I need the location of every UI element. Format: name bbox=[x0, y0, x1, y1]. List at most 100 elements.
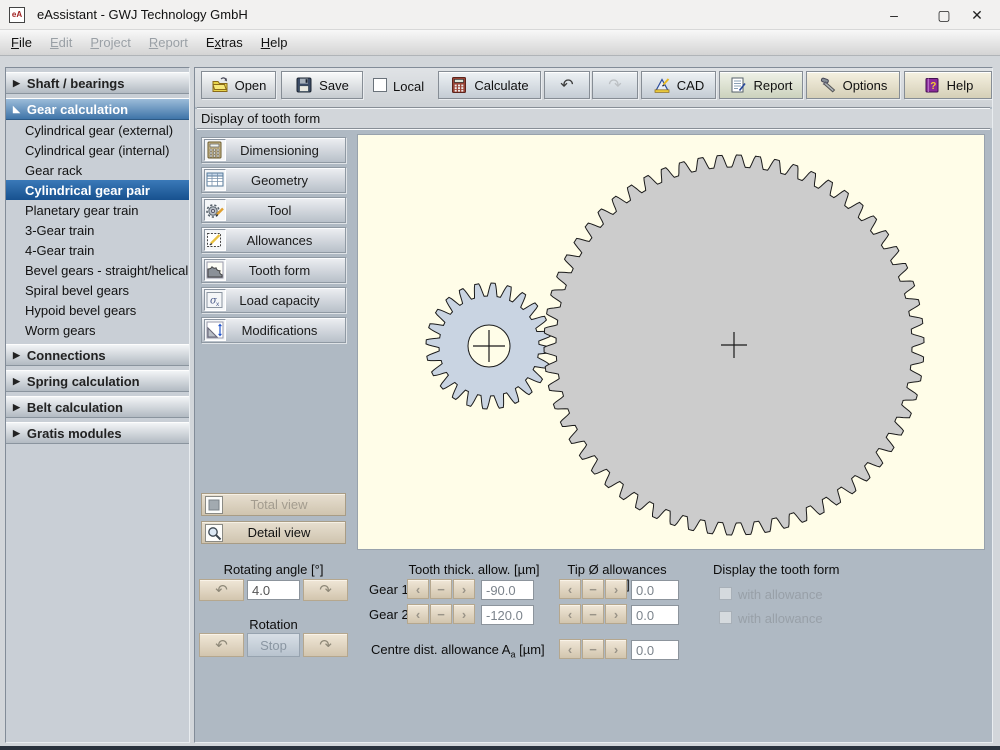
with-allowance-label-1: with allowance bbox=[738, 587, 823, 602]
sidebar-section-shaft-bearings[interactable]: ▶Shaft / bearings bbox=[6, 72, 189, 94]
sidebar-item-bevel-gears-straight-helical[interactable]: Bevel gears - straight/helical bbox=[6, 260, 189, 280]
gear2-label: Gear 2 bbox=[369, 607, 409, 622]
gear1-allowance-prev-button[interactable]: ‹ bbox=[407, 579, 429, 599]
load-capacity-button[interactable]: σxLoad capacity bbox=[201, 287, 346, 313]
tip1-allowance-input[interactable] bbox=[631, 580, 679, 600]
triangle-collapsed-icon: ▶ bbox=[13, 403, 20, 412]
geometry-button[interactable]: Geometry bbox=[201, 167, 346, 193]
rotation-stop-button[interactable]: Stop bbox=[247, 633, 300, 657]
gear1-label: Gear 1 bbox=[369, 582, 409, 597]
centre-dist-reset-button[interactable]: − bbox=[582, 639, 604, 659]
rotate-cw-icon: ↷ bbox=[319, 581, 332, 599]
dimensioning-button[interactable]: Dimensioning bbox=[201, 137, 346, 163]
save-floppy-icon bbox=[295, 76, 313, 94]
allowances-button[interactable]: Allowances bbox=[201, 227, 346, 253]
rotation-ccw-button[interactable]: ↶ bbox=[199, 633, 244, 657]
minus-icon: − bbox=[437, 607, 445, 622]
with-allowance-checkbox-2[interactable] bbox=[719, 611, 732, 624]
sidebar-item-gear-rack[interactable]: Gear rack bbox=[6, 160, 189, 180]
gear1-allowance-next-button[interactable]: › bbox=[453, 579, 475, 599]
profile-diagram-icon bbox=[204, 319, 226, 341]
sidebar-section-connections[interactable]: ▶Connections bbox=[6, 344, 189, 366]
gear2-allowance-input[interactable] bbox=[481, 605, 534, 625]
tool-button-label: Allowances bbox=[226, 233, 333, 248]
centre-dist-prev-button[interactable]: ‹ bbox=[559, 639, 581, 659]
sidebar-item-3-gear-train[interactable]: 3-Gear train bbox=[6, 220, 189, 240]
save-button[interactable]: Save bbox=[281, 71, 363, 99]
sidebar-section-belt-calculation[interactable]: ▶Belt calculation bbox=[6, 396, 189, 418]
calculate-button[interactable]: Calculate bbox=[438, 71, 541, 99]
options-button[interactable]: Options bbox=[806, 71, 900, 99]
centre-dist-label: Centre dist. allowance Aa [µm] bbox=[371, 642, 545, 660]
detail-view-button[interactable]: Detail view bbox=[201, 521, 346, 544]
tip2-allowance-prev-button[interactable]: ‹ bbox=[559, 604, 581, 624]
tooth-form-canvas[interactable] bbox=[357, 134, 985, 550]
main-panel: Open Save Local Calculate ↶ ↷ CAD Report… bbox=[194, 67, 993, 743]
calculator-icon bbox=[204, 139, 226, 161]
sidebar-section-spring-calculation[interactable]: ▶Spring calculation bbox=[6, 370, 189, 392]
sidebar-item-planetary-gear-train[interactable]: Planetary gear train bbox=[6, 200, 189, 220]
tip1-allowance-reset-button[interactable]: − bbox=[582, 579, 604, 599]
gear1-allowance-reset-button[interactable]: − bbox=[430, 579, 452, 599]
menu-edit[interactable]: Edit bbox=[41, 32, 81, 53]
tool-button[interactable]: Tool bbox=[201, 197, 346, 223]
sidebar-item-worm-gears[interactable]: Worm gears bbox=[6, 320, 189, 340]
tip2-allowance-input[interactable] bbox=[631, 605, 679, 625]
centre-dist-next-button[interactable]: › bbox=[605, 639, 627, 659]
gear2-allowance-next-button[interactable]: › bbox=[453, 604, 475, 624]
sidebar-item-hypoid-bevel-gears[interactable]: Hypoid bevel gears bbox=[6, 300, 189, 320]
rotate-cw-button[interactable]: ↷ bbox=[303, 579, 348, 601]
sidebar-section-gratis-modules[interactable]: ▶Gratis modules bbox=[6, 422, 189, 444]
svg-text:?: ? bbox=[930, 81, 936, 92]
increase-icon: › bbox=[614, 582, 618, 597]
setsquare-pencil-icon bbox=[653, 76, 671, 94]
rotation-cw-button[interactable]: ↷ bbox=[303, 633, 348, 657]
redo-button[interactable]: ↷ bbox=[592, 71, 638, 99]
open-button[interactable]: Open bbox=[201, 71, 276, 99]
sidebar-section-label: Shaft / bearings bbox=[27, 76, 125, 91]
help-button[interactable]: ? Help bbox=[904, 71, 992, 99]
local-checkbox[interactable] bbox=[373, 78, 387, 92]
sidebar-item-cylindrical-gear-external[interactable]: Cylindrical gear (external) bbox=[6, 120, 189, 140]
cad-button[interactable]: CAD bbox=[641, 71, 716, 99]
sidebar-item-cylindrical-gear-pair[interactable]: Cylindrical gear pair bbox=[6, 180, 189, 200]
decrease-icon: ‹ bbox=[568, 582, 572, 597]
menu-extras[interactable]: Extras bbox=[197, 32, 252, 53]
tooth-form-button[interactable]: Tooth form bbox=[201, 257, 346, 283]
redo-icon: ↷ bbox=[608, 75, 621, 95]
tip1-allowance-next-button[interactable]: › bbox=[605, 579, 627, 599]
window-bottom-edge bbox=[0, 746, 1000, 750]
rotating-angle-input[interactable] bbox=[247, 580, 300, 600]
gear2-allowance-reset-button[interactable]: − bbox=[430, 604, 452, 624]
with-allowance-checkbox-1[interactable] bbox=[719, 587, 732, 600]
menu-help[interactable]: Help bbox=[252, 32, 297, 53]
rotate-ccw-button[interactable]: ↶ bbox=[199, 579, 244, 601]
menu-project[interactable]: Project bbox=[81, 32, 139, 53]
gear1-allowance-input[interactable] bbox=[481, 580, 534, 600]
undo-button[interactable]: ↶ bbox=[544, 71, 590, 99]
window-title: eAssistant - GWJ Technology GmbH bbox=[37, 7, 248, 22]
sidebar-item-spiral-bevel-gears[interactable]: Spiral bevel gears bbox=[6, 280, 189, 300]
gear2-allowance-prev-button[interactable]: ‹ bbox=[407, 604, 429, 624]
sidebar-item-cylindrical-gear-internal[interactable]: Cylindrical gear (internal) bbox=[6, 140, 189, 160]
menu-report[interactable]: Report bbox=[140, 32, 197, 53]
rotate-ccw-icon: ↶ bbox=[215, 636, 228, 654]
grid-icon bbox=[204, 169, 226, 191]
title-bar: eA eAssistant - GWJ Technology GmbH – ▢ … bbox=[0, 0, 1000, 30]
report-button[interactable]: Report bbox=[719, 71, 803, 99]
modifications-button[interactable]: Modifications bbox=[201, 317, 346, 343]
menu-file[interactable]: File bbox=[2, 32, 41, 53]
minimize-button[interactable]: – bbox=[872, 0, 916, 30]
sidebar: ▶Shaft / bearings◣Gear calculationCylind… bbox=[5, 67, 190, 743]
sidebar-section-label: Spring calculation bbox=[27, 374, 140, 389]
tooth-thick-label: Tooth thick. allow. [µm] bbox=[399, 562, 549, 577]
sidebar-item-4-gear-train[interactable]: 4-Gear train bbox=[6, 240, 189, 260]
tip2-allowance-next-button[interactable]: › bbox=[605, 604, 627, 624]
centre-dist-input[interactable] bbox=[631, 640, 679, 660]
sidebar-section-gear-calculation[interactable]: ◣Gear calculation bbox=[6, 98, 189, 120]
tip1-allowance-prev-button[interactable]: ‹ bbox=[559, 579, 581, 599]
close-button[interactable]: ✕ bbox=[955, 0, 999, 30]
tool-button-label: Dimensioning bbox=[226, 143, 333, 158]
tip2-allowance-reset-button[interactable]: − bbox=[582, 604, 604, 624]
minus-icon: − bbox=[437, 582, 445, 597]
